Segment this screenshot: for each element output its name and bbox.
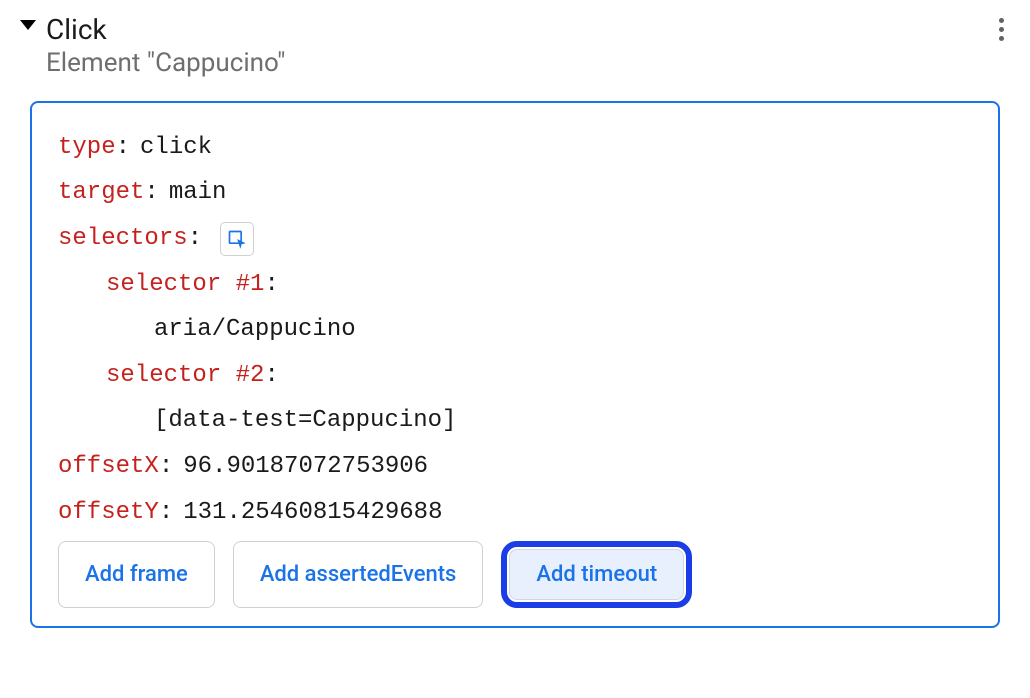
key-selector-1: selector #1 bbox=[106, 262, 264, 308]
kv-offsetx[interactable]: offsetX: 96.90187072753906 bbox=[58, 444, 972, 490]
add-timeout-button[interactable]: Add timeout bbox=[509, 549, 684, 600]
add-frame-button[interactable]: Add frame bbox=[58, 541, 215, 608]
key-target: target bbox=[58, 170, 144, 216]
key-selector-2: selector #2 bbox=[106, 353, 264, 399]
expand-caret-icon[interactable] bbox=[20, 20, 36, 30]
val-selector-1: aria/Cappucino bbox=[154, 307, 356, 353]
key-offsetx: offsetX bbox=[58, 444, 159, 490]
val-selector-2-line[interactable]: [data-test=Cappucino] bbox=[58, 398, 972, 444]
step-title-block: Click Element "Cappucino" bbox=[46, 12, 993, 81]
highlighted-button-wrap: Add timeout bbox=[501, 541, 692, 608]
button-row: Add frame Add assertedEvents Add timeout bbox=[58, 541, 972, 608]
val-type: click bbox=[140, 125, 212, 171]
kv-selectors[interactable]: selectors: bbox=[58, 216, 972, 262]
key-type: type bbox=[58, 125, 116, 171]
kv-selector-2[interactable]: selector #2: bbox=[58, 353, 972, 399]
step-details-panel: type: click target: main selectors: sele… bbox=[30, 101, 1000, 628]
step-header: Click Element "Cappucino" bbox=[12, 8, 1018, 91]
step-title: Click bbox=[46, 12, 993, 47]
val-offsety: 131.25460815429688 bbox=[183, 490, 442, 536]
kv-selector-1[interactable]: selector #1: bbox=[58, 262, 972, 308]
key-offsety: offsetY bbox=[58, 490, 159, 536]
val-offsetx: 96.90187072753906 bbox=[183, 444, 428, 490]
val-selector-2: [data-test=Cappucino] bbox=[154, 398, 456, 444]
add-assertedevents-button[interactable]: Add assertedEvents bbox=[233, 541, 484, 608]
select-element-icon[interactable] bbox=[220, 222, 254, 256]
kv-type[interactable]: type: click bbox=[58, 125, 972, 171]
more-options-icon[interactable] bbox=[993, 12, 1010, 47]
kv-target[interactable]: target: main bbox=[58, 170, 972, 216]
val-selector-1-line[interactable]: aria/Cappucino bbox=[58, 307, 972, 353]
kv-offsety[interactable]: offsetY: 131.25460815429688 bbox=[58, 490, 972, 536]
val-target: main bbox=[169, 170, 227, 216]
key-selectors: selectors bbox=[58, 216, 188, 262]
step-subtitle: Element "Cappucino" bbox=[46, 47, 993, 81]
